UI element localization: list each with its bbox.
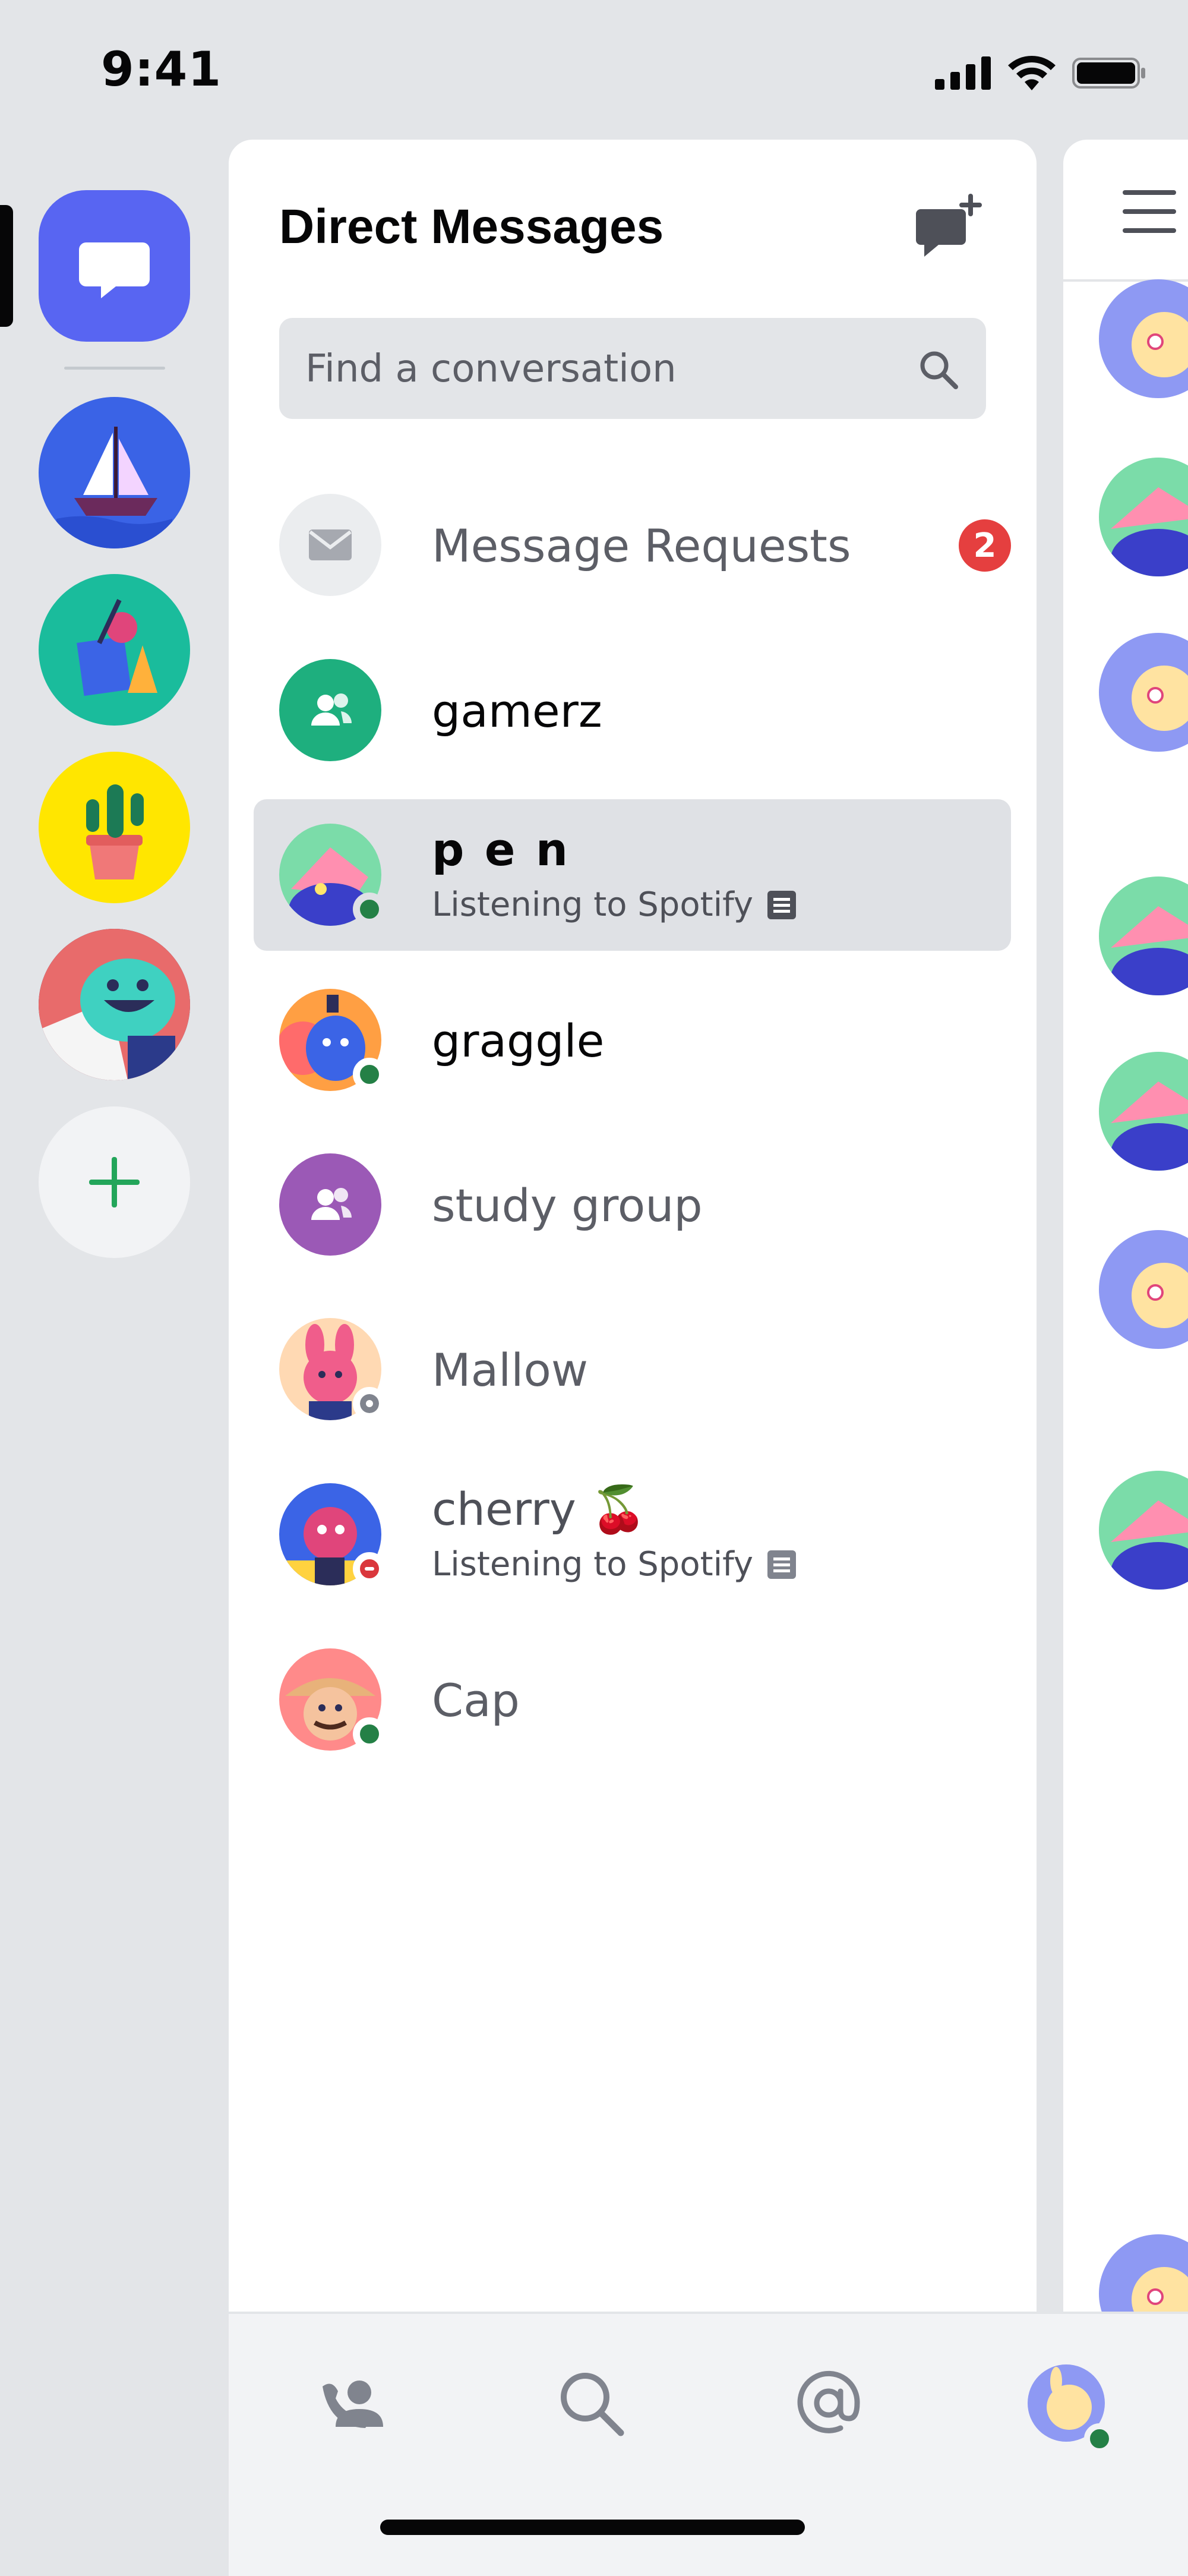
online-status-icon [353,893,386,926]
status-icons [935,52,1146,94]
server-ship[interactable] [39,397,190,548]
server-monster[interactable] [39,929,190,1080]
server-art[interactable] [39,574,190,726]
nav-search[interactable] [538,2350,644,2457]
rich-presence-icon [767,1550,796,1579]
search-icon [561,2373,624,2436]
friends-icon [323,2380,383,2428]
search-input[interactable] [304,318,901,420]
activity-status: Listening to Spotify [432,885,796,924]
wifi-icon [1008,56,1056,90]
online-status-icon [353,1058,386,1091]
dm-item-study-group[interactable]: study group [254,1129,1011,1281]
nav-friends[interactable] [300,2350,407,2457]
message-avatar[interactable] [1099,633,1188,752]
online-status-icon [1084,2423,1115,2454]
new-message-icon [916,194,982,257]
new-dm-button[interactable] [915,190,986,261]
dm-item-mallow[interactable]: Mallow [254,1294,1011,1445]
rail-separator [64,367,165,370]
message-avatar[interactable] [1099,1052,1188,1171]
plus-icon [89,1157,140,1207]
message-avatar[interactable] [1099,1471,1188,1590]
chat-bubble-icon [79,242,150,298]
message-avatar[interactable] [1099,1230,1188,1349]
envelope-icon [279,494,381,596]
page-title: Direct Messages [279,200,664,254]
group-icon [279,659,381,761]
add-server-button[interactable] [39,1106,190,1258]
server-cactus[interactable] [39,752,190,903]
rich-presence-icon [767,890,796,919]
online-status-icon [353,1717,386,1751]
message-avatar[interactable] [1099,458,1188,576]
offline-status-icon [353,1387,386,1420]
search-icon[interactable] [918,349,959,390]
cactus-icon [86,784,144,879]
message-avatar[interactable] [1099,2234,1188,2315]
dm-name: graggle [432,1014,605,1067]
activity-status: Listening to Spotify [432,1545,796,1584]
chat-preview-panel [1063,140,1188,2315]
group-icon [279,1153,381,1256]
message-requests-item[interactable]: Message Requests 2 [254,469,1011,621]
battery-icon [1072,58,1145,89]
dm-name: Cap [432,1674,520,1727]
dnd-status-icon [353,1552,386,1585]
monster-icon [39,929,190,1080]
dm-item-graggle[interactable]: graggle [254,964,1011,1116]
status-time: 9:41 [101,42,222,97]
ship-icon [56,427,172,548]
dm-name: gamerz [432,685,602,737]
mentions-icon [797,2370,860,2433]
dm-item-pen[interactable]: p e n Listening to Spotify [254,799,1011,951]
message-avatar[interactable] [1099,279,1188,398]
cellular-signal-icon [935,56,991,90]
unread-count-badge: 2 [959,519,1011,572]
activity-text: Listening to Spotify [432,1545,753,1584]
home-indicator [380,2520,805,2535]
message-requests-label: Message Requests [432,519,851,572]
menu-icon[interactable] [1123,190,1176,247]
dm-item-gamerz[interactable]: gamerz [254,635,1011,786]
message-avatar[interactable] [1099,876,1188,995]
shapes-icon [77,599,157,696]
nav-mentions[interactable] [775,2350,882,2457]
dm-name: p e n [432,823,570,876]
nav-profile[interactable] [1013,2350,1120,2457]
dm-item-cap[interactable]: Cap [254,1624,1011,1776]
selected-server-indicator [0,205,13,327]
bottom-nav [229,2312,1188,2576]
activity-text: Listening to Spotify [432,885,753,924]
dm-name: cherry 🍒 [432,1483,647,1535]
search-bar [279,318,986,420]
direct-messages-button[interactable] [39,190,190,342]
dm-item-cherry[interactable]: cherry 🍒 Listening to Spotify [254,1459,1011,1610]
dm-name: study group [432,1179,703,1232]
dm-name: Mallow [432,1344,589,1396]
